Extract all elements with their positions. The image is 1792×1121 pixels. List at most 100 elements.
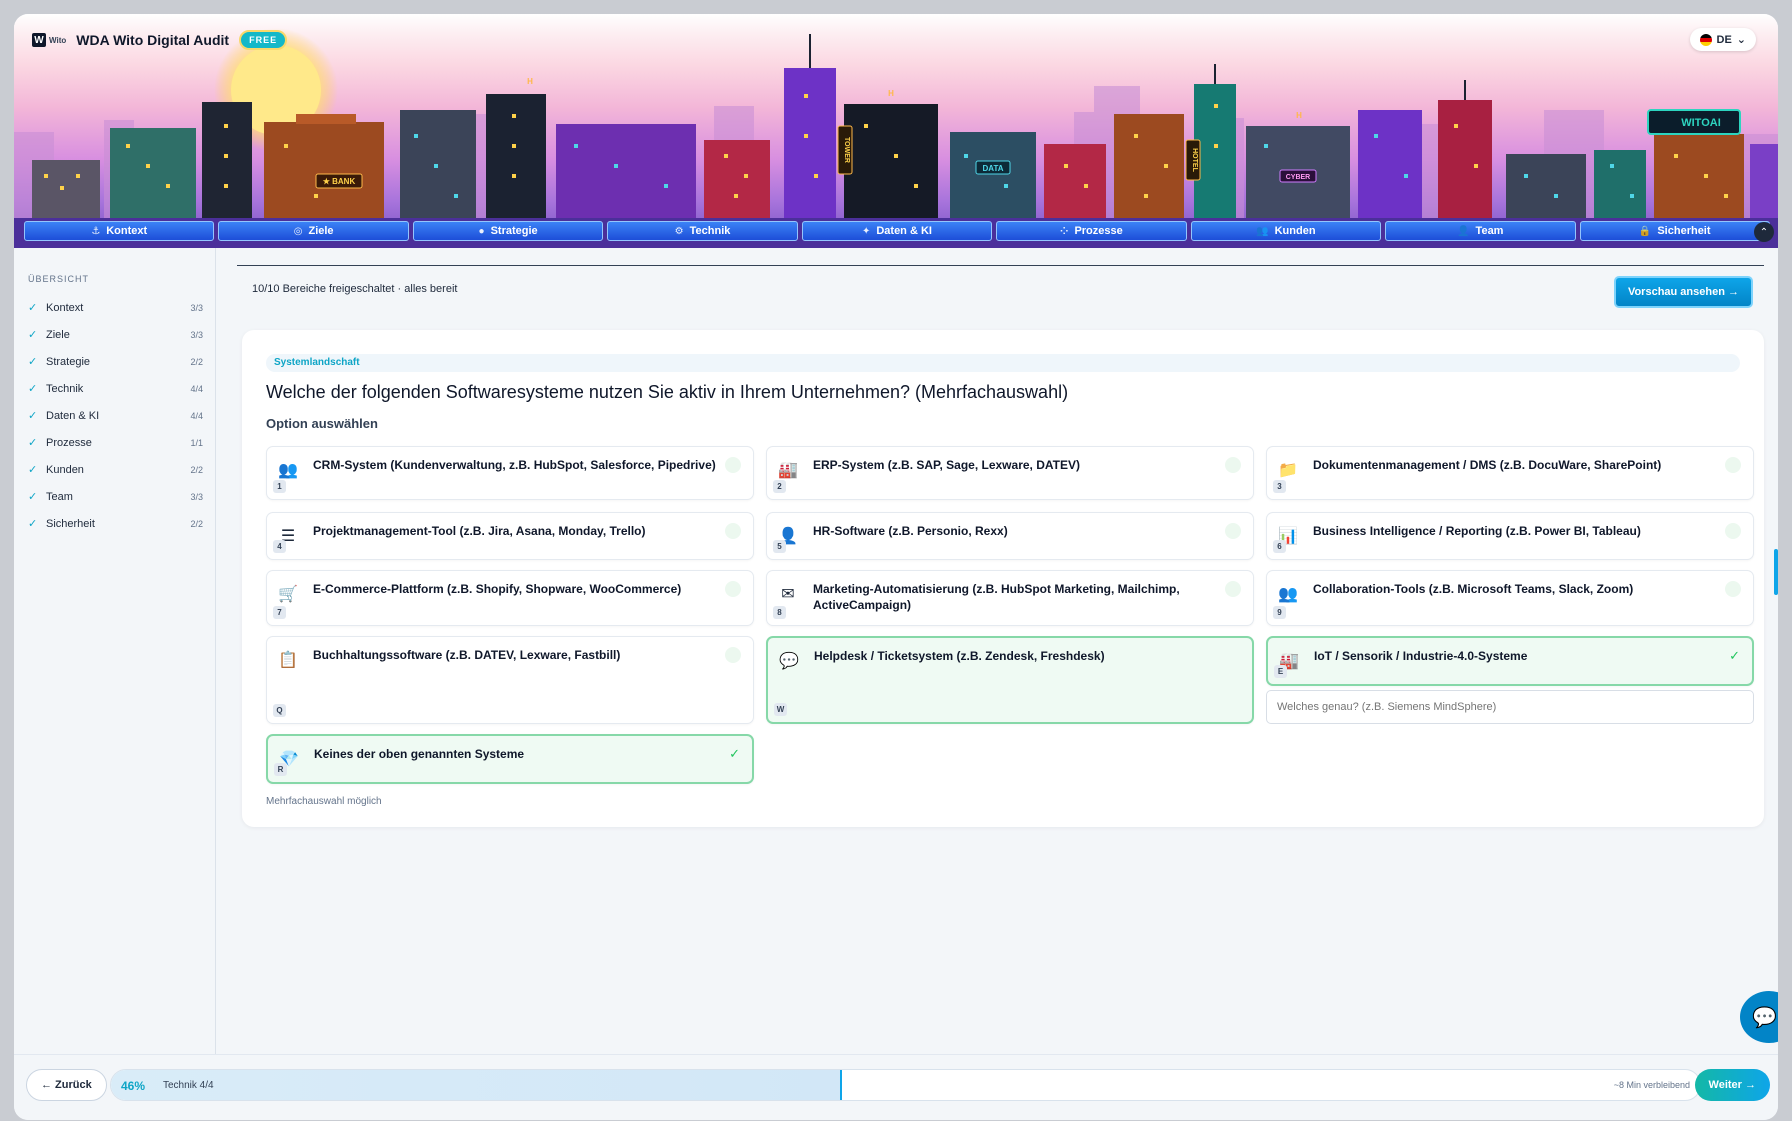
option-dms[interactable]: 📁 3 Dokumentenmanagement / DMS (z.B. Doc… — [1266, 446, 1754, 500]
iot-detail-input[interactable] — [1266, 690, 1754, 724]
sidebar-item-prozesse[interactable]: ✓ Prozesse 1/1 — [28, 429, 203, 456]
option-checkbox[interactable] — [1225, 523, 1241, 539]
option-iot[interactable]: 🏭 E IoT / Sensorik / Industrie-4.0-Syste… — [1266, 636, 1754, 686]
tab-label: Prozesse — [1074, 225, 1123, 237]
chevron-down-icon: ⌄ — [1736, 34, 1746, 46]
language-label: DE — [1716, 33, 1732, 46]
tab-daten-ki[interactable]: ✦ Daten & KI — [801, 221, 993, 241]
sidebar-item-count: 2/2 — [190, 518, 203, 529]
h-sign: H — [888, 89, 894, 98]
option-checkbox[interactable] — [725, 647, 741, 663]
sidebar-heading: ÜBERSICHT — [28, 274, 90, 284]
option-hr[interactable]: 👤 5 HR-Software (z.B. Personio, Rexx) — [766, 512, 1254, 560]
sidebar-item-count: 3/3 — [190, 491, 203, 502]
shortcut-key: 6 — [1273, 540, 1286, 553]
option-checkbox[interactable] — [1725, 581, 1741, 597]
preview-button[interactable]: Vorschau ansehen → — [1613, 276, 1753, 308]
option-checkbox[interactable] — [725, 457, 741, 473]
tab-label: Kunden — [1274, 225, 1316, 237]
shortcut-key: W — [774, 703, 787, 716]
h-sign: H — [1296, 111, 1302, 120]
option-checkbox[interactable] — [1225, 581, 1241, 597]
collapse-button[interactable]: ⌃ — [1754, 222, 1774, 242]
option-ecommerce[interactable]: 🛒 7 E-Commerce-Plattform (z.B. Shopify, … — [266, 570, 754, 626]
chat-bubble-icon: 💬 — [779, 653, 799, 670]
option-label: ERP-System (z.B. SAP, Sage, Lexware, DAT… — [813, 458, 1080, 472]
wito-logo-icon: W — [32, 33, 46, 47]
section-nav: ⚓ Kontext ◎ Ziele ● Strategie ⚙ Technik ✦ Dat… — [24, 221, 1770, 241]
brand[interactable]: W Wito WDA Wito Digital Audit FREE — [32, 30, 288, 50]
target-icon: ◎ — [293, 225, 303, 237]
sidebar-item-sicherheit[interactable]: ✓ Sicherheit 2/2 — [28, 510, 203, 537]
tab-strategie[interactable]: ● Strategie — [412, 221, 604, 241]
next-button[interactable]: Weiter → — [1694, 1069, 1770, 1101]
option-label: HR-Software (z.B. Personio, Rexx) — [813, 524, 1008, 538]
option-keines[interactable]: 💎 R Keines der oben genannten Systeme ✓ — [266, 734, 754, 784]
shortcut-key: E — [1274, 665, 1287, 678]
check-icon: ✓ — [28, 464, 38, 476]
option-buchhaltung[interactable]: 📋 Q Buchhaltungssoftware (z.B. DATEV, Le… — [266, 636, 754, 724]
option-collaboration[interactable]: 👥 9 Collaboration-Tools (z.B. Microsoft … — [1266, 570, 1754, 626]
option-label: CRM-System (Kundenverwaltung, z.B. HubSp… — [313, 458, 716, 472]
option-crm[interactable]: 👥 1 CRM-System (Kundenverwaltung, z.B. H… — [266, 446, 754, 500]
language-selector[interactable]: DE ⌄ — [1689, 28, 1756, 51]
option-checkbox[interactable] — [1725, 523, 1741, 539]
option-helpdesk[interactable]: 💬 W Helpdesk / Ticketsystem (z.B. Zendes… — [766, 636, 1254, 724]
time-remaining: ~8 Min verbleibend — [1613, 1080, 1690, 1090]
sidebar-item-ziele[interactable]: ✓ Ziele 3/3 — [28, 321, 203, 348]
tab-team[interactable]: 👤 Team — [1385, 221, 1576, 241]
question-card: Systemlandschaft Welche der folgenden So… — [242, 330, 1764, 827]
checkmark-icon: ✓ — [1729, 648, 1740, 663]
tab-label: Ziele — [308, 225, 334, 237]
germany-flag-icon — [1699, 33, 1712, 46]
brand-logo: W Wito — [32, 33, 66, 47]
option-label: Projektmanagement-Tool (z.B. Jira, Asana… — [313, 524, 646, 538]
sidebar-item-kontext[interactable]: ✓ Kontext 3/3 — [28, 294, 203, 321]
option-erp[interactable]: 🏭 2 ERP-System (z.B. SAP, Sage, Lexware,… — [766, 446, 1254, 500]
option-bi[interactable]: 📊 6 Business Intelligence / Reporting (z… — [1266, 512, 1754, 560]
tab-technik[interactable]: ⚙ Technik — [607, 221, 798, 241]
tab-prozesse[interactable]: ⁘ Prozesse — [996, 221, 1187, 241]
option-label: Keines der oben genannten Systeme — [314, 747, 525, 761]
users-icon: 👥 — [1256, 225, 1269, 237]
sidebar-item-daten-ki[interactable]: ✓ Daten & KI 4/4 — [28, 402, 203, 429]
cyber-sign: CYBER — [1286, 174, 1311, 181]
divider — [237, 265, 1764, 266]
option-label: Marketing-Automatisierung (z.B. HubSpot … — [813, 582, 1180, 612]
main-content: 10/10 Bereiche freigeschaltet · alles be… — [217, 248, 1778, 1054]
option-checkbox[interactable] — [725, 523, 741, 539]
footer-bar: ← Zurück 46% Technik 4/4 ~8 Min verbleib… — [14, 1054, 1778, 1120]
multi-select-hint: Mehrfachauswahl möglich — [266, 796, 382, 807]
option-checkbox[interactable] — [1225, 457, 1241, 473]
option-checkbox[interactable] — [725, 581, 741, 597]
sidebar-item-kunden[interactable]: ✓ Kunden 2/2 — [28, 456, 203, 483]
check-icon: ✓ — [28, 518, 38, 530]
tab-kunden[interactable]: 👥 Kunden — [1190, 221, 1382, 241]
option-label: Buchhaltungssoftware (z.B. DATEV, Lexwar… — [313, 648, 621, 662]
option-checkbox[interactable] — [1725, 457, 1741, 473]
check-icon: ✓ — [28, 437, 38, 449]
back-button[interactable]: ← Zurück — [26, 1069, 107, 1101]
progress-fill — [111, 1070, 842, 1100]
option-projektmanagement[interactable]: ☰ 4 Projektmanagement-Tool (z.B. Jira, A… — [266, 512, 754, 560]
sidebar-item-strategie[interactable]: ✓ Strategie 2/2 — [28, 348, 203, 375]
side-edge-tab[interactable] — [1774, 549, 1778, 595]
sidebar-item-label: Sicherheit — [46, 517, 95, 530]
tab-ziele[interactable]: ◎ Ziele — [218, 221, 409, 241]
option-label: Collaboration-Tools (z.B. Microsoft Team… — [1313, 582, 1634, 596]
logo-text: Wito — [49, 35, 67, 45]
sidebar-item-technik[interactable]: ✓ Technik 4/4 — [28, 375, 203, 402]
progress-step: Technik 4/4 — [163, 1080, 214, 1091]
tab-kontext[interactable]: ⚓ Kontext — [24, 221, 215, 241]
team-icon: 👥 — [1278, 586, 1298, 603]
check-icon: ✓ — [28, 410, 38, 422]
option-marketing[interactable]: ✉ 8 Marketing-Automatisierung (z.B. HubS… — [766, 570, 1254, 626]
shortcut-key: 8 — [773, 606, 786, 619]
check-icon: ✓ — [28, 491, 38, 503]
tab-label: Strategie — [490, 225, 538, 237]
progress-bar: 46% Technik 4/4 ~8 Min verbleibend — [110, 1069, 1701, 1101]
sidebar-item-team[interactable]: ✓ Team 3/3 — [28, 483, 203, 510]
tab-label: Sicherheit — [1657, 225, 1711, 237]
gear-icon: ⚙ — [674, 225, 684, 237]
tab-sicherheit[interactable]: 🔒 Sicherheit — [1579, 221, 1770, 241]
